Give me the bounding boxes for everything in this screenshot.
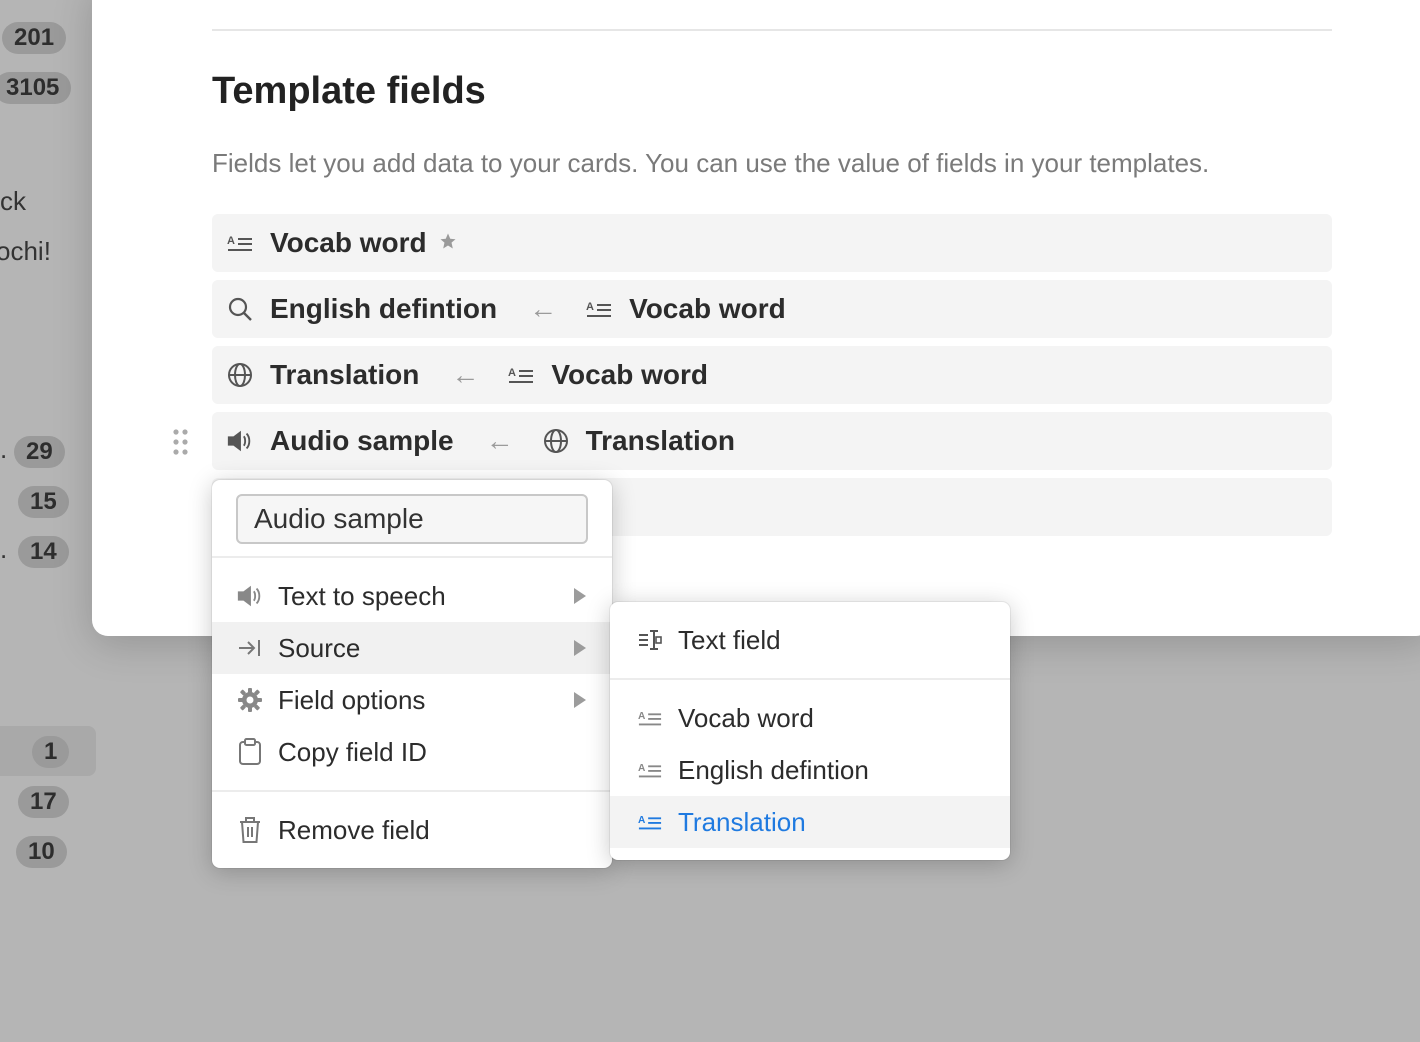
text-lines-icon: A xyxy=(636,756,664,784)
submenu-item-label: Text field xyxy=(678,624,781,655)
globe-icon xyxy=(542,427,570,455)
globe-icon xyxy=(226,361,254,389)
menu-item-source[interactable]: Source xyxy=(212,622,612,674)
submenu-item-label: Translation xyxy=(678,806,806,837)
count-badge: 29 xyxy=(14,436,65,468)
field-name-input[interactable] xyxy=(236,494,588,544)
gear-icon xyxy=(236,686,264,714)
text-lines-icon: A xyxy=(636,808,664,836)
background-sidebar: 201 3105 ck ochi! . 29 15 . 14 1 17 10 xyxy=(0,0,100,1042)
speaker-icon xyxy=(236,582,264,610)
text-lines-icon: A xyxy=(636,704,664,732)
menu-item-remove-field[interactable]: Remove field xyxy=(212,804,612,856)
clipboard-icon xyxy=(236,738,264,766)
field-row-audio-sample[interactable]: Audio sample ← Translation xyxy=(212,412,1332,470)
count-badge: 10 xyxy=(16,836,67,868)
svg-text:A: A xyxy=(508,367,516,379)
submenu-item-english-definition[interactable]: A English defintion xyxy=(610,744,1010,796)
submenu-item-translation[interactable]: A Translation xyxy=(610,796,1010,848)
svg-text:A: A xyxy=(586,301,594,313)
field-name: English defintion xyxy=(270,293,498,324)
count-badge: 1 xyxy=(32,736,70,768)
submenu-caret-icon xyxy=(574,588,586,604)
drag-handle-icon[interactable] xyxy=(172,428,190,456)
submenu-item-vocab-word[interactable]: A Vocab word xyxy=(610,692,1010,744)
field-row-english-definition[interactable]: English defintion ← A Vocab word xyxy=(212,280,1332,338)
source-arrow-icon xyxy=(236,634,264,662)
text-cursor-icon xyxy=(636,626,664,654)
count-badge: 17 xyxy=(18,786,69,818)
star-icon[interactable] xyxy=(439,232,457,255)
menu-item-label: Text to speech xyxy=(278,580,446,611)
count-badge: 3105 xyxy=(0,72,72,104)
arrow-left-icon: ← xyxy=(451,359,480,390)
field-row-translation[interactable]: Translation ← A Vocab word xyxy=(212,346,1332,404)
field-source-name: Translation xyxy=(585,425,735,456)
menu-item-text-to-speech[interactable]: Text to speech xyxy=(212,570,612,622)
menu-item-label: Field options xyxy=(278,684,426,715)
sidebar-text: ck xyxy=(0,186,26,216)
section-description: Fields let you add data to your cards. Y… xyxy=(212,148,1210,178)
count-badge: 14 xyxy=(18,536,69,568)
count-badge: 15 xyxy=(18,486,69,518)
text-lines-icon: A xyxy=(585,295,613,323)
menu-item-label: Copy field ID xyxy=(278,736,427,767)
text-lines-icon: A xyxy=(507,361,535,389)
source-submenu: Text field A Vocab word A English defint… xyxy=(610,602,1010,860)
field-name: Vocab word xyxy=(270,227,427,258)
field-row-vocab-word[interactable]: A Vocab word xyxy=(212,214,1332,272)
arrow-left-icon: ← xyxy=(485,425,514,456)
submenu-item-label: English defintion xyxy=(678,754,869,785)
trash-icon xyxy=(236,816,264,844)
field-source-name: Vocab word xyxy=(629,293,786,324)
submenu-caret-icon xyxy=(574,640,586,656)
menu-item-label: Remove field xyxy=(278,814,430,845)
field-context-menu: Text to speech Source Field options Copy… xyxy=(212,480,612,868)
menu-item-label: Source xyxy=(278,632,361,663)
sidebar-text: . xyxy=(0,434,8,464)
submenu-caret-icon xyxy=(574,692,586,708)
menu-divider xyxy=(212,556,612,558)
submenu-item-text-field[interactable]: Text field xyxy=(610,614,1010,666)
submenu-divider xyxy=(610,678,1010,680)
menu-item-copy-field-id[interactable]: Copy field ID xyxy=(212,726,612,778)
sidebar-text: . xyxy=(0,534,8,564)
section-divider xyxy=(212,29,1332,31)
svg-text:A: A xyxy=(227,235,235,247)
submenu-item-label: Vocab word xyxy=(678,702,814,733)
text-lines-icon: A xyxy=(226,229,254,257)
count-badge: 201 xyxy=(2,22,67,54)
field-source-name: Vocab word xyxy=(551,359,708,390)
svg-text:A: A xyxy=(638,711,646,722)
svg-text:A: A xyxy=(638,815,646,826)
menu-item-field-options[interactable]: Field options xyxy=(212,674,612,726)
speaker-icon xyxy=(226,427,254,455)
arrow-left-icon: ← xyxy=(529,293,558,324)
field-name: Audio sample xyxy=(270,425,454,456)
section-title: Template fields xyxy=(212,70,486,112)
menu-divider xyxy=(212,790,612,792)
sidebar-text: ochi! xyxy=(0,236,51,266)
svg-text:A: A xyxy=(638,763,646,774)
search-icon xyxy=(226,295,254,323)
field-name: Translation xyxy=(270,359,420,390)
